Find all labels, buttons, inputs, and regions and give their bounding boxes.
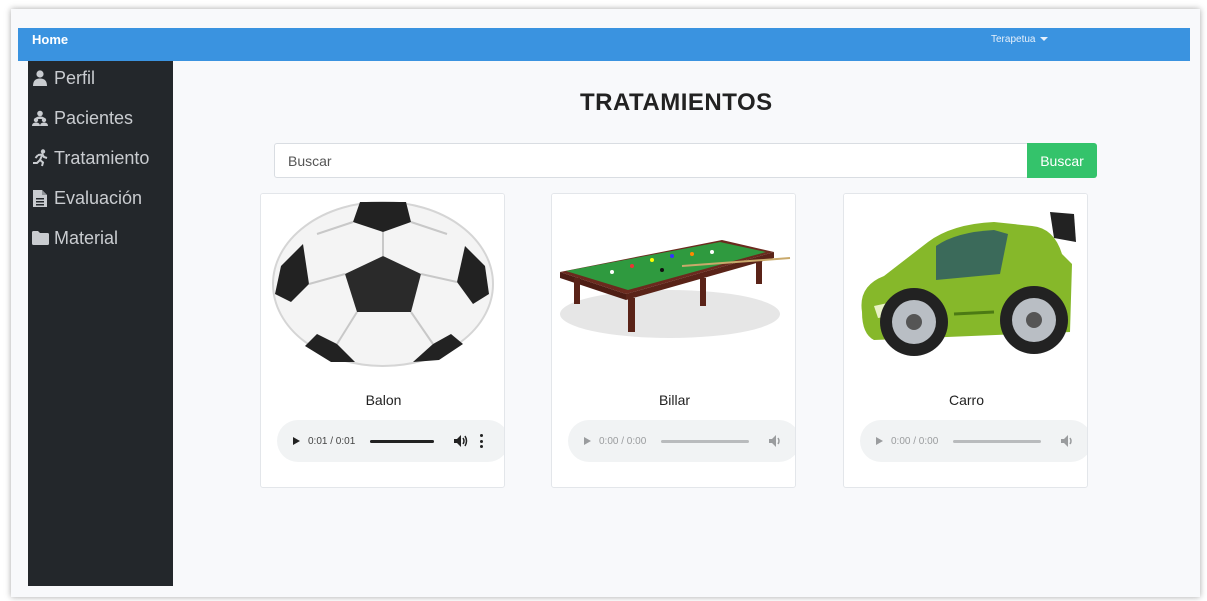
sidebar-item-label: Tratamiento	[54, 147, 150, 168]
user-menu-dropdown[interactable]: Terapetua	[991, 34, 1049, 45]
sidebar-item-perfil[interactable]: Perfil	[31, 66, 95, 90]
user-icon	[31, 69, 49, 87]
card-carro: Carro 0:00 / 0:00	[843, 193, 1088, 488]
cartoon-car-image	[844, 194, 1087, 377]
top-navbar: Home Terapetua	[18, 28, 1190, 61]
search-input[interactable]	[274, 143, 1028, 178]
running-icon	[31, 149, 49, 167]
audio-player: 0:00 / 0:00	[860, 420, 1087, 462]
folder-icon	[31, 229, 49, 247]
audio-player: 0:00 / 0:00	[568, 420, 795, 462]
sidebar-item-label: Material	[54, 227, 119, 248]
sidebar-item-pacientes[interactable]: Pacientes	[31, 106, 133, 130]
play-icon[interactable]	[584, 437, 591, 445]
audio-time: 0:00 / 0:00	[599, 435, 647, 447]
play-icon[interactable]	[876, 437, 883, 445]
sidebar: Perfil Pacientes Tratamiento Evaluación …	[28, 61, 173, 586]
user-menu-label: Terapetua	[991, 34, 1036, 45]
volume-icon[interactable]	[454, 435, 468, 447]
card-title: Billar	[658, 392, 691, 408]
search-button[interactable]: Buscar	[1027, 143, 1097, 178]
audio-time: 0:00 / 0:00	[891, 435, 939, 447]
audio-time: 0:01 / 0:01	[308, 435, 356, 447]
users-icon	[31, 109, 49, 127]
card-billar: Billar 0:00 / 0:00	[551, 193, 796, 488]
more-options-icon[interactable]	[480, 434, 484, 448]
sidebar-item-tratamiento[interactable]: Tratamiento	[31, 146, 149, 170]
audio-player: 0:01 / 0:01	[277, 420, 504, 462]
page-title: TRATAMIENTOS	[580, 89, 773, 116]
document-icon	[31, 189, 49, 207]
audio-progress-slider[interactable]	[370, 439, 434, 443]
caret-down-icon	[1040, 37, 1049, 42]
soccer-ball-image	[261, 194, 504, 377]
audio-progress-slider[interactable]	[661, 439, 749, 443]
sidebar-item-label: Pacientes	[54, 107, 134, 128]
sidebar-item-label: Perfil	[54, 67, 96, 88]
card-title: Balon	[365, 392, 402, 408]
sidebar-item-material[interactable]: Material	[31, 226, 118, 250]
sidebar-item-label: Evaluación	[54, 187, 143, 208]
card-balon: Balon 0:01 / 0:01	[260, 193, 505, 488]
volume-icon[interactable]	[1061, 435, 1075, 447]
card-title: Carro	[948, 392, 984, 408]
play-icon[interactable]	[293, 437, 300, 445]
volume-icon[interactable]	[769, 435, 783, 447]
home-link[interactable]: Home	[32, 32, 68, 47]
billiard-table-image	[552, 194, 795, 377]
audio-progress-fill	[370, 439, 434, 443]
sidebar-item-evaluacion[interactable]: Evaluación	[31, 186, 142, 210]
audio-progress-slider[interactable]	[953, 439, 1041, 443]
